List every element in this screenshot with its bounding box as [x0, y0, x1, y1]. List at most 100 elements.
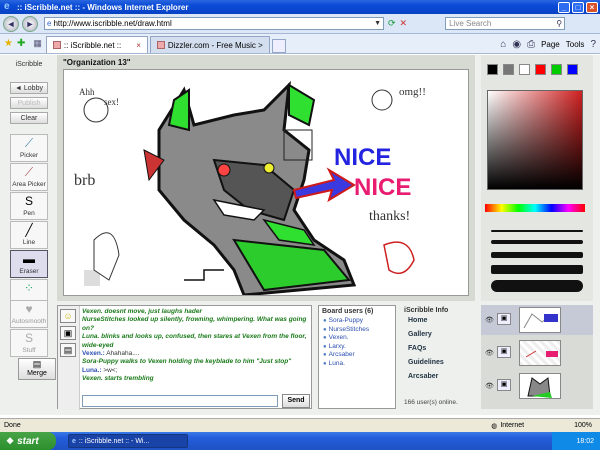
chat-sender: Vexen.: — [82, 350, 105, 358]
swatch-blue[interactable] — [567, 64, 578, 75]
stop-icon[interactable]: ✕ — [400, 18, 408, 29]
chat-settings-icon[interactable]: ▣ — [60, 326, 76, 340]
layer-lock-icon[interactable]: ▣ — [497, 313, 511, 325]
info-link-arcsaber[interactable]: Arcsaber — [400, 370, 475, 384]
swatch-red[interactable] — [535, 64, 546, 75]
windows-flag-icon: ❖ — [6, 435, 15, 446]
tab-dizzler[interactable]: Dizzler.com - Free Music > Ar... — [149, 36, 270, 53]
info-link-gallery[interactable]: Gallery — [400, 328, 475, 342]
address-dropdown-icon[interactable]: ▼ — [374, 20, 381, 27]
brush-size-3[interactable] — [491, 252, 583, 258]
chat-message: Vexen.: Ahahaha.... — [82, 350, 310, 358]
tab-label: :: iScribble.net :: — [63, 40, 122, 50]
brush-size-2[interactable] — [491, 240, 583, 244]
color-gradient-picker[interactable] — [487, 90, 583, 190]
chat-message: Luna.: >w<; — [82, 367, 310, 375]
search-placeholder: Live Search — [449, 19, 492, 28]
merge-button[interactable]: ▤ Merge — [18, 358, 56, 380]
canvas-text-mark: brb — [74, 172, 95, 189]
home-icon[interactable]: ⌂ — [500, 39, 506, 50]
new-tab-button[interactable] — [271, 39, 286, 53]
drawing-canvas[interactable]: Ahh sex! omg!! brb NICE NICE thanks! — [63, 69, 469, 296]
swatch-white[interactable] — [519, 64, 530, 75]
swatch-black[interactable] — [487, 64, 498, 75]
swatch-gray[interactable] — [503, 64, 514, 75]
chat-messages: Vexen. doesnt move, just laughs hader Nu… — [82, 308, 310, 394]
info-panel: iScribble Info Home Gallery FAQs Guideli… — [400, 305, 475, 409]
feeds-icon[interactable]: ◉ — [512, 39, 521, 50]
picker-tool[interactable]: ⟋ Picker — [10, 134, 48, 162]
quick-tabs-icon[interactable]: ▦ — [33, 38, 42, 49]
area-eyedropper-icon: ⟋ — [24, 165, 34, 179]
eraser-tool[interactable]: ▬ Eraser — [10, 250, 48, 278]
chat-input[interactable] — [82, 395, 278, 407]
layer-item[interactable]: 👁 ▣ — [481, 371, 593, 401]
user-item[interactable]: Vexen. — [319, 334, 395, 343]
stuff-tool[interactable]: S Stuff — [10, 329, 48, 357]
site-favicon-icon — [52, 41, 61, 49]
pen-icon: S — [24, 194, 33, 208]
brush-size-5[interactable] — [491, 280, 583, 292]
canvas-text-mark: NICE — [354, 174, 411, 201]
address-field[interactable]: e http://www.iscribble.net/draw.html ▼ — [44, 17, 384, 30]
close-button[interactable]: × — [586, 1, 598, 13]
layer-lock-icon[interactable]: ▣ — [497, 379, 511, 391]
brush-size-1[interactable] — [491, 230, 583, 232]
user-item[interactable]: Larxy. — [319, 343, 395, 352]
layer-lock-icon[interactable]: ▣ — [497, 346, 511, 358]
user-item[interactable]: Sora-Puppy — [319, 317, 395, 326]
publish-button[interactable]: Publish — [10, 97, 48, 109]
page-menu[interactable]: Page — [541, 40, 560, 49]
add-favorite-icon[interactable]: ✚ — [17, 38, 25, 49]
refresh-icon[interactable]: ⟳ — [388, 18, 396, 29]
stuff-icon: S — [24, 331, 33, 345]
help-icon[interactable]: ? — [590, 39, 596, 50]
start-button[interactable]: ❖ start — [0, 432, 56, 450]
line-tool[interactable]: ╱ Line — [10, 221, 48, 249]
layer-visibility-icon[interactable]: 👁 — [485, 382, 494, 390]
minimize-button[interactable]: _ — [558, 1, 570, 13]
layer-item[interactable]: 👁 ▣ — [481, 305, 593, 335]
area-picker-tool[interactable]: ⟋ Area Picker — [10, 163, 48, 191]
taskbar-ie-window[interactable]: e :: iScribble.net :: - Wi... — [68, 434, 188, 448]
info-link-faqs[interactable]: FAQs — [400, 342, 475, 356]
lobby-button[interactable]: ◄ Lobby — [10, 82, 48, 94]
tab-close-icon[interactable]: × — [136, 41, 141, 50]
zoom-level[interactable]: 100% — [574, 422, 592, 429]
tools-menu[interactable]: Tools — [566, 40, 585, 49]
hue-slider[interactable] — [485, 204, 585, 212]
info-link-guidelines[interactable]: Guidelines — [400, 356, 475, 370]
layer-visibility-icon[interactable]: 👁 — [485, 349, 494, 357]
user-item[interactable]: Luna. — [319, 360, 395, 369]
chat-message: Sora-Puppy walks to Vexen holding the ke… — [82, 358, 292, 366]
user-item[interactable]: NurseStitches — [319, 326, 395, 335]
canvas-text-mark: NICE — [334, 144, 391, 171]
layer-preview — [527, 377, 552, 398]
favorites-star-icon[interactable]: ★ — [4, 38, 13, 49]
swatch-green[interactable] — [551, 64, 562, 75]
clear-button[interactable]: Clear — [10, 112, 48, 124]
tab-iscribble[interactable]: :: iScribble.net :: × — [45, 36, 148, 53]
forward-button[interactable]: ► — [22, 15, 38, 32]
send-button[interactable]: Send — [282, 394, 310, 408]
layer-visibility-icon[interactable]: 👁 — [485, 316, 494, 324]
board-title: "Organization 13" — [63, 58, 131, 67]
search-icon[interactable]: ⚲ — [556, 19, 562, 28]
brush-size-4[interactable] — [491, 265, 583, 274]
layer-item[interactable]: 👁 ▣ — [481, 338, 593, 368]
pen-tool[interactable]: S Pen — [10, 192, 48, 220]
smiley-icon[interactable]: ☺ — [60, 309, 76, 323]
user-item[interactable]: Arcsaber — [319, 351, 395, 360]
autosmooth-icon: ♥ — [25, 302, 33, 316]
autosmooth-tool[interactable]: ♥ Autosmooth — [10, 300, 48, 328]
chat-log-icon[interactable]: ▤ — [60, 343, 76, 357]
search-input[interactable]: Live Search ⚲ — [445, 17, 566, 30]
chat-message: Luna. blinks and looks up, confused, the… — [82, 333, 307, 349]
maximize-button[interactable]: □ — [572, 1, 584, 13]
tab-label: Dizzler.com - Free Music > Ar... — [167, 40, 263, 50]
info-link-home[interactable]: Home — [400, 314, 475, 328]
print-icon[interactable]: ⎙ — [527, 39, 535, 50]
board-users-title: Board users (6) — [322, 308, 374, 315]
taskbar: ❖ start e :: iScribble.net :: - Wi... 18… — [0, 432, 600, 450]
back-button[interactable]: ◄ — [3, 15, 19, 32]
